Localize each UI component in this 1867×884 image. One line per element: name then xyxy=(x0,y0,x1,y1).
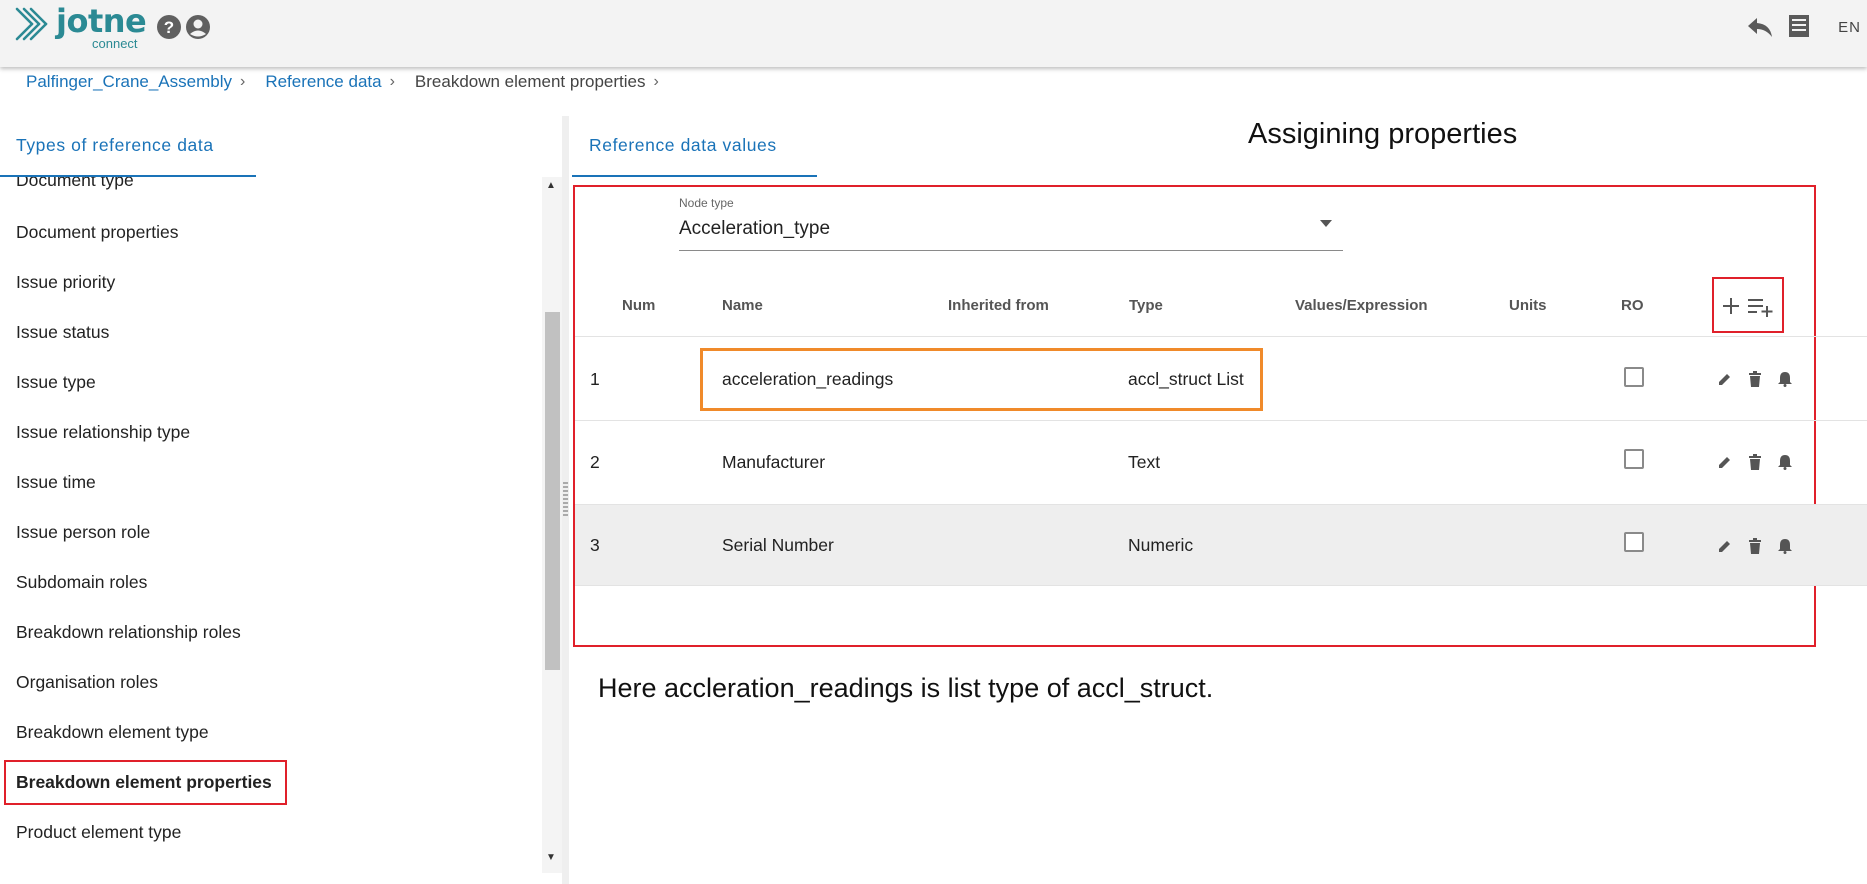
scroll-down-arrow-icon[interactable]: ▼ xyxy=(546,852,556,863)
language-selector[interactable]: EN xyxy=(1838,19,1861,36)
cell-num: 3 xyxy=(590,535,600,555)
pencil-icon[interactable] xyxy=(1717,454,1733,470)
list-item[interactable]: Issue priority xyxy=(16,267,115,297)
scrollbar-thumb[interactable] xyxy=(545,312,560,670)
bell-icon[interactable] xyxy=(1777,538,1793,554)
tab-reference-data-values[interactable]: Reference data values xyxy=(589,135,777,156)
jotne-logo[interactable]: jotne connect xyxy=(14,2,147,52)
splitter-grip-icon[interactable] xyxy=(563,482,568,518)
list-item[interactable]: Subdomain roles xyxy=(16,567,147,597)
list-item[interactable]: Issue time xyxy=(16,467,96,497)
chevron-right-icon: › xyxy=(653,73,659,90)
annotation-note: Here accleration_readings is list type o… xyxy=(598,673,1214,703)
row-highlight-box xyxy=(700,348,1263,411)
list-item[interactable]: Organisation roles xyxy=(16,667,158,697)
chevron-right-icon: › xyxy=(389,73,395,90)
node-type-label: Node type xyxy=(679,196,734,210)
cell-type: Text xyxy=(1128,452,1161,472)
bell-icon[interactable] xyxy=(1777,454,1793,470)
list-item[interactable]: Issue relationship type xyxy=(16,417,190,447)
top-bar: jotne connect ? EN xyxy=(0,0,1867,67)
column-header-values[interactable]: Values/Expression xyxy=(1295,297,1428,314)
ro-checkbox[interactable] xyxy=(1624,449,1644,469)
selected-item-highlight xyxy=(4,760,287,805)
list-item[interactable]: Breakdown relationship roles xyxy=(16,617,241,647)
cell-num: 1 xyxy=(590,369,600,389)
annotation-title: Assigining properties xyxy=(1248,118,1518,150)
scroll-up-arrow-icon[interactable]: ▲ xyxy=(546,180,556,191)
plus-icon[interactable] xyxy=(1722,297,1740,315)
list-item[interactable]: Document type xyxy=(16,177,134,195)
column-header-num[interactable]: Num xyxy=(622,297,655,314)
column-header-inherited[interactable]: Inherited from xyxy=(948,297,1049,314)
ro-checkbox[interactable] xyxy=(1624,532,1644,552)
cell-num: 2 xyxy=(590,452,600,472)
help-circle-icon[interactable]: ? xyxy=(156,14,182,40)
cell-type: Numeric xyxy=(1128,535,1194,555)
node-type-select[interactable]: Acceleration_type xyxy=(679,218,830,240)
list-item[interactable]: Issue type xyxy=(16,367,96,397)
cell-name: Manufacturer xyxy=(722,452,826,472)
tab-types-of-reference-data[interactable]: Types of reference data xyxy=(16,135,214,156)
logo-subtext: connect xyxy=(92,36,138,51)
list-item[interactable]: Breakdown element type xyxy=(16,717,209,747)
chevron-right-icon: › xyxy=(240,73,246,90)
tab-underline xyxy=(572,175,817,177)
pencil-icon[interactable] xyxy=(1717,371,1733,387)
logo-text: jotne xyxy=(56,2,147,40)
account-circle-icon[interactable] xyxy=(185,14,211,40)
list-item[interactable]: Product element type xyxy=(16,817,181,847)
breadcrumb: Palfinger_Crane_Assembly › Reference dat… xyxy=(26,70,679,94)
breadcrumb-current: Breakdown element properties xyxy=(414,72,646,91)
pencil-icon[interactable] xyxy=(1717,538,1733,554)
list-item[interactable]: Document properties xyxy=(16,217,178,247)
list-icon[interactable] xyxy=(1788,14,1810,38)
trash-icon[interactable] xyxy=(1748,538,1762,554)
column-header-name[interactable]: Name xyxy=(722,297,763,314)
bell-icon[interactable] xyxy=(1777,371,1793,387)
trash-icon[interactable] xyxy=(1748,454,1762,470)
trash-icon[interactable] xyxy=(1748,371,1762,387)
list-item[interactable]: Issue person role xyxy=(16,517,150,547)
cell-name: Serial Number xyxy=(722,535,834,555)
table-row[interactable]: 3 Serial Number Numeric xyxy=(575,505,1867,586)
playlist-add-icon[interactable] xyxy=(1748,297,1774,317)
ro-checkbox[interactable] xyxy=(1624,367,1644,387)
dropdown-caret-icon[interactable] xyxy=(1320,220,1332,227)
svg-text:?: ? xyxy=(164,18,174,37)
jotne-logo-mark-icon xyxy=(15,7,48,41)
list-item[interactable]: Issue status xyxy=(16,317,109,347)
column-header-type[interactable]: Type xyxy=(1129,297,1163,314)
table-row[interactable]: 2 Manufacturer Text xyxy=(575,421,1867,505)
breadcrumb-reference-data[interactable]: Reference data xyxy=(265,72,381,92)
reply-icon[interactable] xyxy=(1747,16,1773,38)
breadcrumb-project[interactable]: Palfinger_Crane_Assembly xyxy=(26,72,232,92)
node-type-underline xyxy=(679,250,1343,251)
column-header-ro[interactable]: RO xyxy=(1621,297,1644,314)
column-header-units[interactable]: Units xyxy=(1509,297,1547,314)
